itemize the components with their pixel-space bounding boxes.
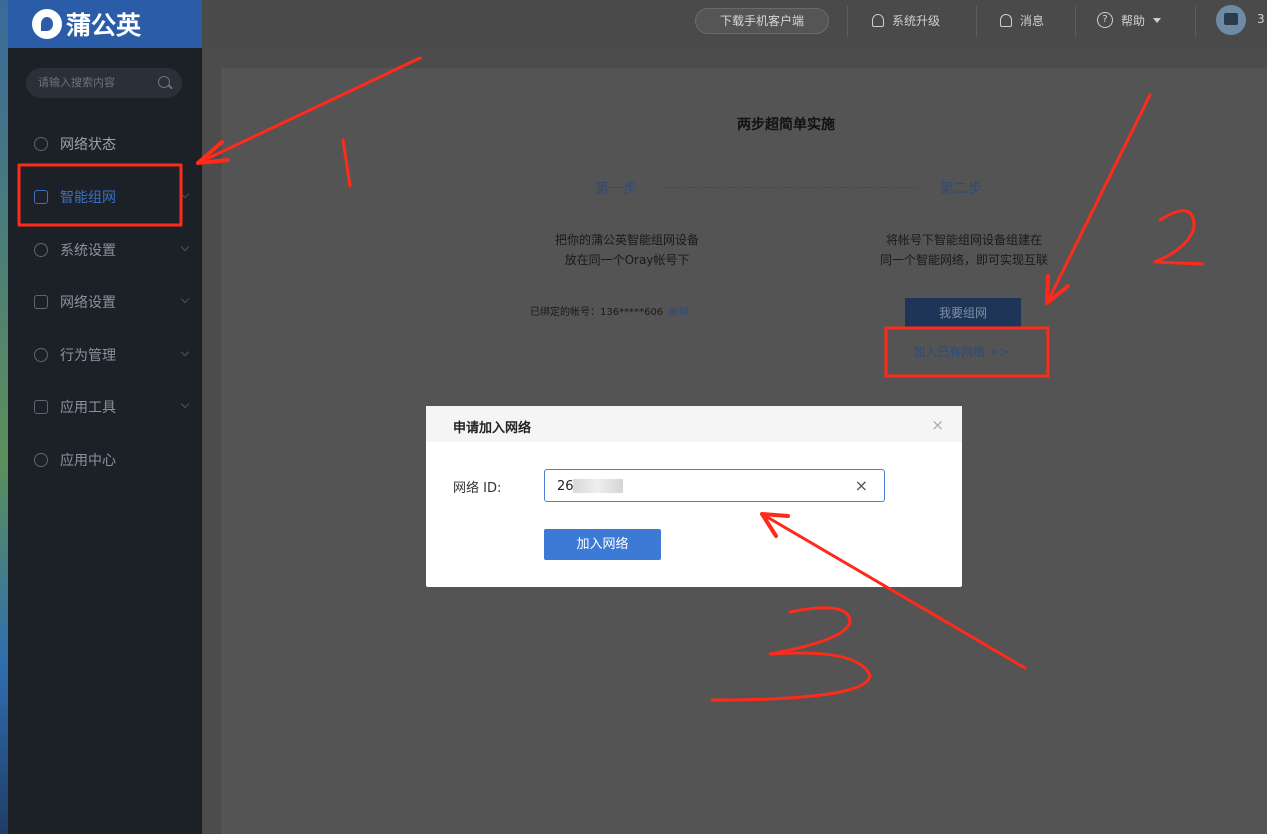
step-two-description: 将帐号下智能组网设备组建在 同一个智能网络，即可实现互联 <box>862 230 1066 270</box>
header-divider <box>1075 6 1076 36</box>
step-two-label: 第二步 <box>940 181 982 197</box>
search-icon[interactable] <box>158 76 170 88</box>
behavior-management-icon <box>34 348 48 362</box>
header-divider <box>1195 6 1196 36</box>
search-placeholder: 请输入搜索内容 <box>38 76 115 89</box>
network-id-input[interactable]: 26 × <box>544 469 885 502</box>
sidebar-item-network-settings[interactable]: 网络设置 <box>8 276 202 328</box>
messages-button[interactable]: 消息 <box>1000 0 1044 40</box>
network-id-value: 26 <box>557 479 574 494</box>
brand-logo[interactable]: 蒲公英 <box>32 6 141 42</box>
network-status-icon <box>34 137 48 151</box>
chevron-down-icon <box>180 294 190 304</box>
sidebar-item-app-center[interactable]: 应用中心 <box>8 434 202 486</box>
header-divider <box>847 6 848 36</box>
step-one-description: 把你的蒲公英智能组网设备 放在同一个Oray帐号下 <box>532 230 722 270</box>
help-menu-button[interactable]: ? 帮助 <box>1097 0 1162 40</box>
app-tools-icon <box>34 400 48 414</box>
step-two-line2: 同一个智能网络，即可实现互联 <box>879 253 1048 267</box>
caret-down-icon <box>1153 17 1162 23</box>
bound-account: 已绑定的帐号：136*****606 解绑 <box>530 303 689 318</box>
upgrade-icon <box>872 13 884 27</box>
sidebar: 蒲公英 请输入搜索内容 网络状态 智能组网 系统设置 网络设置 行为管理 应用工… <box>8 0 202 834</box>
system-upgrade-button[interactable]: 系统升级 <box>872 0 940 40</box>
messages-label: 消息 <box>1020 13 1045 28</box>
user-account-label[interactable]: 3 <box>1257 12 1265 26</box>
sidebar-item-label: 网络设置 <box>60 295 116 311</box>
chevron-down-icon <box>180 242 190 252</box>
header-divider <box>976 6 977 36</box>
sidebar-item-label: 应用工具 <box>60 400 116 416</box>
sidebar-item-smart-network[interactable]: 智能组网 <box>8 171 202 223</box>
brand-name: 蒲公英 <box>66 11 142 40</box>
help-icon: ? <box>1097 12 1113 28</box>
sidebar-item-label: 应用中心 <box>60 453 116 469</box>
page-title: 两步超简单实施 <box>737 117 835 133</box>
unbind-link[interactable]: 解绑 <box>669 307 689 318</box>
sidebar-item-label: 行为管理 <box>60 348 116 364</box>
sidebar-item-system-settings[interactable]: 系统设置 <box>8 224 202 276</box>
system-upgrade-label: 系统升级 <box>892 13 941 28</box>
top-header: 下载手机客户端 系统升级 消息 ? 帮助 3 <box>202 0 1267 48</box>
network-id-label: 网络 ID: <box>453 481 502 496</box>
sidebar-item-label: 智能组网 <box>60 190 116 206</box>
step-divider <box>663 187 918 188</box>
sidebar-item-app-tools[interactable]: 应用工具 <box>8 381 202 433</box>
dandelion-logo-icon <box>32 9 62 39</box>
dialog-header: 申请加入网络 × <box>426 406 962 442</box>
smart-network-icon <box>34 190 48 204</box>
logo-bar: 蒲公英 <box>8 0 202 48</box>
step-one-line2: 放在同一个Oray帐号下 <box>564 253 690 267</box>
download-mobile-client-button[interactable]: 下载手机客户端 <box>695 8 829 34</box>
create-network-button[interactable]: 我要组网 <box>905 298 1021 328</box>
sidebar-item-behavior-management[interactable]: 行为管理 <box>8 329 202 381</box>
avatar[interactable] <box>1216 5 1246 35</box>
sidebar-item-network-status[interactable]: 网络状态 <box>8 118 202 170</box>
network-settings-icon <box>34 295 48 309</box>
bound-account-label: 已绑定的帐号：136*****606 <box>530 307 664 318</box>
close-icon[interactable]: × <box>931 416 944 434</box>
app-center-icon <box>34 453 48 467</box>
redacted-text <box>573 479 623 493</box>
sidebar-search-input[interactable]: 请输入搜索内容 <box>26 68 182 98</box>
step-one-label: 第一步 <box>595 181 637 197</box>
help-label: 帮助 <box>1121 13 1146 28</box>
join-existing-network-link[interactable]: 加入已有网络 >> <box>913 343 1009 360</box>
desktop-strip <box>0 0 8 834</box>
bell-icon <box>1000 13 1012 27</box>
system-settings-icon <box>34 243 48 257</box>
step-one-line1: 把你的蒲公英智能组网设备 <box>554 233 699 247</box>
chevron-down-icon <box>180 347 190 357</box>
clear-input-icon[interactable]: × <box>855 476 868 495</box>
join-network-button[interactable]: 加入网络 <box>544 529 661 560</box>
chevron-down-icon <box>180 399 190 409</box>
sidebar-item-label: 系统设置 <box>60 243 116 259</box>
dialog-title: 申请加入网络 <box>453 421 532 436</box>
step-two-line1: 将帐号下智能组网设备组建在 <box>885 233 1042 247</box>
chevron-down-icon <box>180 189 190 199</box>
sidebar-item-label: 网络状态 <box>60 137 116 153</box>
join-network-dialog: 申请加入网络 × 网络 ID: 26 × 加入网络 <box>426 406 962 587</box>
